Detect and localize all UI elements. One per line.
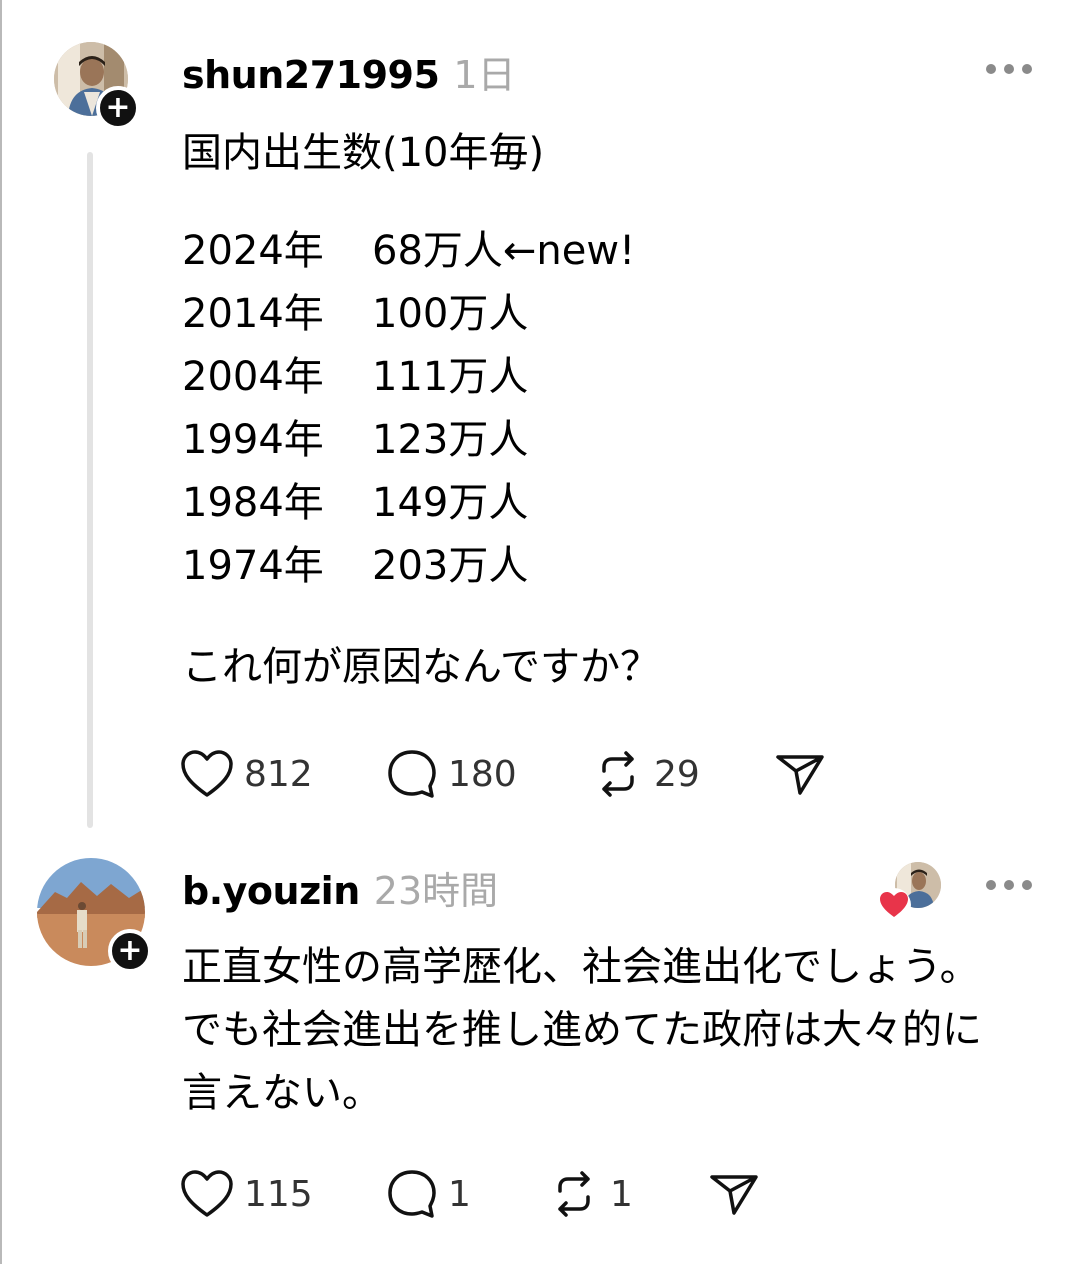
year: 2014年 <box>182 291 324 337</box>
comment-count: 180 <box>448 753 517 795</box>
year: 2004年 <box>182 354 324 400</box>
year: 1994年 <box>182 417 324 463</box>
reply-header: b.youzin 23時間 <box>182 860 498 915</box>
value: 149万人 <box>372 480 529 526</box>
comment-bubble-icon <box>388 750 436 798</box>
repost-icon <box>558 1171 590 1217</box>
username[interactable]: b.youzin <box>182 869 360 913</box>
username[interactable]: shun271995 <box>182 53 440 97</box>
like-count: 812 <box>244 753 313 795</box>
repost-icon <box>602 751 634 797</box>
list-item: 1974年 203万人 <box>182 535 635 598</box>
share-button[interactable] <box>774 749 826 799</box>
list-item: 2004年 111万人 <box>182 346 635 409</box>
list-item: 1984年 149万人 <box>182 472 635 535</box>
value: 111万人 <box>372 354 529 400</box>
year: 1974年 <box>182 543 324 589</box>
post-time: 1日 <box>453 53 516 97</box>
like-button[interactable]: 812 <box>180 749 386 799</box>
comment-bubble-icon <box>388 1170 436 1218</box>
post-title: 国内出生数(10年毎) <box>182 130 545 176</box>
follow-plus-icon[interactable]: + <box>96 86 140 130</box>
reply-time: 23時間 <box>373 869 499 913</box>
post-actions: 812 180 29 <box>180 748 826 800</box>
comment-button[interactable]: 1 <box>386 1168 548 1220</box>
more-dots-icon[interactable] <box>986 880 1032 892</box>
heart-icon <box>181 750 233 797</box>
heart-icon <box>181 1170 233 1217</box>
value: 68万人←new! <box>372 228 636 274</box>
birth-list: 2024年 68万人←new! 2014年 100万人 2004年 111万人 199… <box>182 220 635 598</box>
like-count: 115 <box>244 1173 313 1215</box>
send-icon <box>776 755 824 795</box>
value: 123万人 <box>372 417 529 463</box>
like-button[interactable]: 115 <box>180 1169 386 1219</box>
post-header: shun271995 1日 <box>182 44 516 99</box>
comment-button[interactable]: 180 <box>386 748 592 800</box>
post-question: これ何が原因なんですか？ <box>182 644 660 690</box>
year: 1984年 <box>182 480 324 526</box>
repost-button[interactable]: 29 <box>592 749 774 799</box>
list-item: 1994年 123万人 <box>182 409 635 472</box>
reply-text: 正直女性の高学歴化、社会進出化でしょう。でも社会進出を推し進めてた政府は大々的に… <box>182 944 982 1116</box>
year: 2024年 <box>182 228 324 274</box>
comment-count: 1 <box>448 1173 471 1215</box>
reply-actions: 115 1 1 <box>180 1168 760 1220</box>
more-dots-icon[interactable] <box>986 64 1032 76</box>
share-button[interactable] <box>708 1169 760 1219</box>
list-item: 2024年 68万人←new! <box>182 220 635 283</box>
value: 100万人 <box>372 291 529 337</box>
liked-heart-icon <box>877 888 911 922</box>
repost-button[interactable]: 1 <box>548 1169 708 1219</box>
repost-count: 1 <box>610 1173 633 1215</box>
repost-count: 29 <box>654 753 700 795</box>
value: 203万人 <box>372 543 529 589</box>
follow-plus-icon[interactable]: + <box>108 929 152 973</box>
list-item: 2014年 100万人 <box>182 283 635 346</box>
thread-line <box>87 152 93 828</box>
send-icon <box>710 1175 758 1215</box>
